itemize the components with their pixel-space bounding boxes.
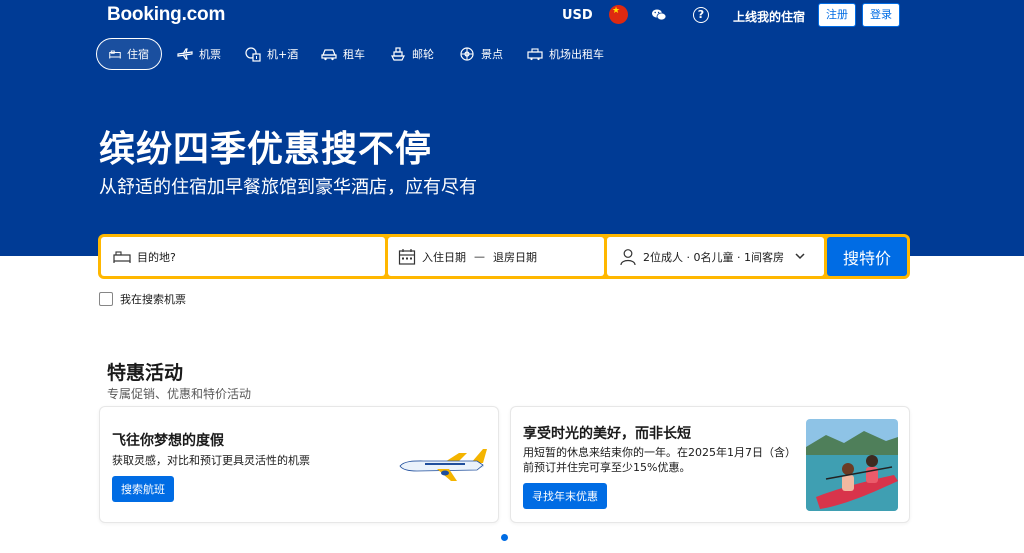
help-icon[interactable]: ? <box>693 7 709 23</box>
date-picker[interactable]: 入住日期 — 退房日期 <box>388 237 604 276</box>
checkout-label: 退房日期 <box>493 250 537 264</box>
nav-item-airport-taxis[interactable]: 机场出租车 <box>527 38 604 70</box>
person-icon <box>620 248 636 265</box>
offer-card-description: 用短暂的休息来结束你的一年。在2025年1月7日（含）前预订并住完可享至少15%… <box>523 446 796 474</box>
china-flag-icon[interactable]: ★ <box>609 5 628 24</box>
car-icon <box>321 49 337 61</box>
offer-card-flights[interactable]: 飞往你梦想的度假 获取灵感，对比和预订更具灵活性的机票 搜索航班 <box>99 406 499 523</box>
checkin-label: 入住日期 <box>422 250 466 264</box>
calendar-icon <box>398 248 416 265</box>
offer-card-description: 获取灵感，对比和预订更具灵活性的机票 <box>112 454 310 467</box>
guests-selector[interactable]: 2位成人 · 0名儿童 · 1间客房 <box>607 237 824 276</box>
guests-summary: 2位成人 · 0名儿童 · 1间客房 <box>643 250 784 264</box>
login-button[interactable]: 登录 <box>862 3 900 27</box>
bed-icon <box>109 50 121 59</box>
offer-card-title: 飞往你梦想的度假 <box>112 433 224 449</box>
offer-card-title: 享受时光的美好，而非长短 <box>523 426 691 442</box>
offers-title: 特惠活动 <box>107 362 184 384</box>
checkbox-label: 我在搜索机票 <box>120 293 186 306</box>
hero-title: 缤纷四季优惠搜不停 <box>99 129 433 170</box>
destination-input[interactable]: 目的地? <box>101 237 385 276</box>
year-end-deals-button[interactable]: 寻找年末优惠 <box>523 483 607 509</box>
nav-item-label: 景点 <box>481 48 503 61</box>
nav-item-label: 邮轮 <box>412 48 434 61</box>
nav-item-car-rentals[interactable]: 租车 <box>321 38 365 70</box>
wechat-icon[interactable] <box>651 7 667 23</box>
currency-selector[interactable]: USD <box>562 8 593 23</box>
booking-logo[interactable]: Booking.com <box>107 4 225 26</box>
nav-item-label: 租车 <box>343 48 365 61</box>
carousel-dot[interactable] <box>501 534 508 541</box>
flight-search-checkbox[interactable]: 我在搜索机票 <box>99 291 186 307</box>
nav-item-label: 机场出租车 <box>549 48 604 61</box>
hero-subtitle: 从舒适的住宿加早餐旅馆到豪华酒店，应有尽有 <box>99 177 477 198</box>
nav-item-flight-hotel[interactable]: 机+酒 <box>245 38 298 70</box>
list-property-link[interactable]: 上线我的住宿 <box>733 8 805 25</box>
search-button[interactable]: 搜特价 <box>827 237 907 276</box>
offer-card-year-end[interactable]: 享受时光的美好，而非长短 用短暂的休息来结束你的一年。在2025年1月7日（含）… <box>510 406 910 523</box>
checkbox[interactable] <box>99 292 113 306</box>
taxi-icon <box>527 48 543 61</box>
nav-item-cruises[interactable]: 邮轮 <box>390 38 434 70</box>
nav-item-label: 住宿 <box>127 48 149 61</box>
airplane-illustration <box>399 449 487 481</box>
nav-item-stays[interactable]: 住宿 <box>96 38 162 70</box>
flight-hotel-icon <box>245 47 261 62</box>
bed-icon <box>113 250 131 263</box>
destination-placeholder: 目的地? <box>137 250 176 264</box>
search-flights-button[interactable]: 搜索航班 <box>112 476 174 502</box>
attractions-icon <box>460 47 474 61</box>
kayak-photo <box>806 419 898 511</box>
plane-icon <box>177 48 193 60</box>
search-bar: 目的地? 入住日期 — 退房日期 2位成人 · 0名儿童 · 1间客房 搜特价 <box>98 234 910 279</box>
nav-item-flights[interactable]: 机票 <box>177 38 221 70</box>
nav-item-label: 机+酒 <box>267 48 299 61</box>
nav-item-attractions[interactable]: 景点 <box>459 38 503 70</box>
chevron-down-icon <box>795 253 805 260</box>
register-button[interactable]: 注册 <box>818 3 856 27</box>
nav-item-label: 机票 <box>199 48 221 61</box>
ship-icon <box>391 47 405 61</box>
date-separator: — <box>474 250 485 263</box>
offers-subtitle: 专属促销、优惠和特价活动 <box>107 387 252 401</box>
